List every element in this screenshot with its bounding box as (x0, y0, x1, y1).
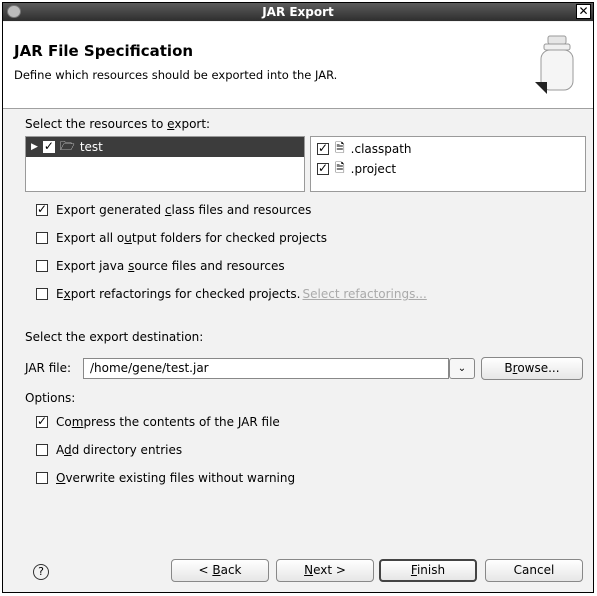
project-folder-icon: 🗁 (59, 138, 75, 153)
option-label: Export all output folders for checked pr… (56, 231, 327, 245)
options-label: Options: (25, 391, 76, 405)
checkbox[interactable] (36, 288, 48, 300)
option-label: Add directory entries (56, 443, 183, 457)
close-icon[interactable]: ✕ (576, 4, 591, 19)
jar-export-window: JAR Export ✕ JAR File Specification Defi… (2, 2, 594, 593)
browse-button[interactable]: Browse... (481, 357, 583, 380)
option-label: Export refactorings for checked projects… (56, 287, 301, 301)
export-output-folders-option[interactable]: Export all output folders for checked pr… (36, 229, 327, 247)
option-label: Compress the contents of the JAR file (56, 415, 280, 429)
jar-icon (535, 35, 574, 94)
page-description: Define which resources should be exporte… (14, 68, 338, 82)
jar-file-label: JAR file: (25, 361, 72, 375)
file-checkbox[interactable] (317, 161, 329, 175)
back-button[interactable]: < Back (171, 559, 269, 582)
file-checkbox[interactable] (317, 141, 329, 155)
export-source-files-option[interactable]: Export java source files and resources (36, 257, 285, 275)
compress-option[interactable]: Compress the contents of the JAR file (36, 413, 280, 431)
checkbox[interactable] (36, 444, 48, 456)
option-label: Export java source files and resources (56, 259, 285, 273)
file-list[interactable]: 🗎 .classpath 🗎 .project (310, 136, 586, 192)
chevron-down-icon[interactable]: ⌄ (449, 358, 475, 379)
export-refactorings-option[interactable]: Export refactorings for checked projects… (36, 285, 427, 303)
select-refactorings-link[interactable]: Select refactorings... (303, 287, 427, 301)
next-button[interactable]: Next > (276, 559, 374, 582)
destination-label: Select the export destination: (25, 330, 204, 344)
checkbox[interactable] (36, 414, 48, 428)
help-icon[interactable]: ? (33, 564, 49, 580)
file-item-classpath[interactable]: 🗎 .classpath (317, 139, 412, 159)
file-icon: 🗎 (335, 160, 345, 175)
window-title: JAR Export (262, 5, 334, 19)
wizard-header: JAR File Specification Define which reso… (3, 22, 593, 109)
file-icon: 🗎 (335, 140, 345, 155)
cancel-button[interactable]: Cancel (485, 559, 583, 582)
jar-file-input[interactable]: /home/gene/test.jar (83, 358, 449, 379)
option-label: Export generated class files and resourc… (56, 203, 312, 217)
checkbox[interactable] (36, 202, 48, 216)
tree-item-checkbox[interactable] (42, 139, 55, 153)
overwrite-option[interactable]: Overwrite existing files without warning (36, 469, 295, 487)
tree-item-test[interactable]: ▶ 🗁 test (26, 137, 304, 157)
resources-label: Select the resources to export: (25, 117, 211, 131)
export-class-files-option[interactable]: Export generated class files and resourc… (36, 201, 311, 219)
file-item-project[interactable]: 🗎 .project (317, 159, 396, 179)
tree-item-label: test (79, 140, 103, 154)
checkbox[interactable] (36, 260, 48, 272)
title-bar: JAR Export ✕ (3, 3, 593, 21)
page-title: JAR File Specification (14, 42, 194, 60)
finish-button[interactable]: Finish (379, 559, 477, 582)
file-label: .classpath (350, 142, 412, 156)
option-label: Overwrite existing files without warning (56, 471, 296, 485)
resource-tree[interactable]: ▶ 🗁 test (25, 136, 305, 192)
checkbox[interactable] (36, 472, 48, 484)
expand-arrow-icon[interactable]: ▶ (31, 142, 38, 152)
add-directory-entries-option[interactable]: Add directory entries (36, 441, 182, 459)
file-label: .project (350, 162, 397, 176)
checkbox[interactable] (36, 232, 48, 244)
